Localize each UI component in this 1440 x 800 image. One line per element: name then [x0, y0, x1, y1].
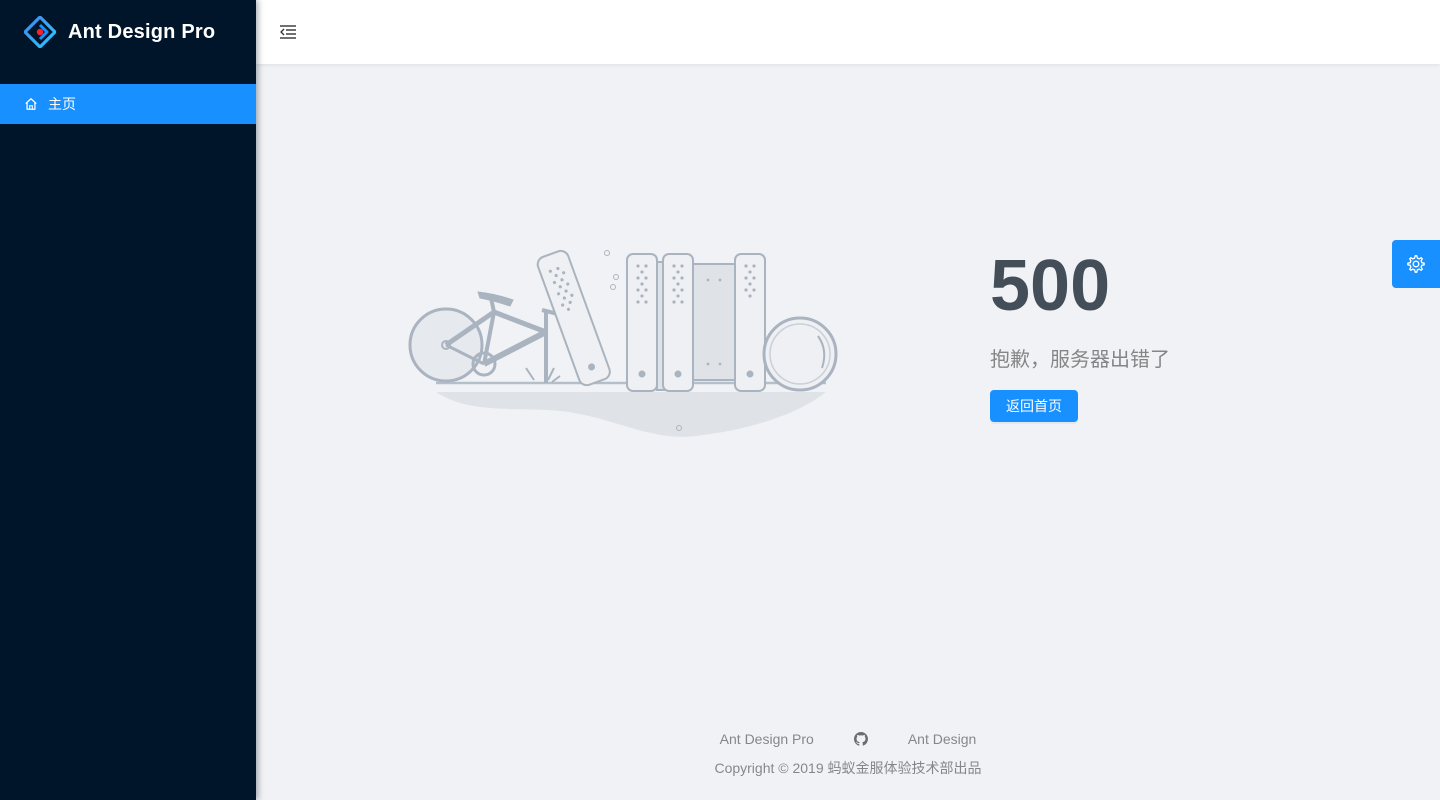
copyright-prefix: Copyright	[714, 760, 775, 776]
error-code: 500	[990, 246, 1111, 326]
ant-design-logo-icon	[24, 16, 56, 48]
app-title: Ant Design Pro	[68, 20, 216, 43]
sidebar-item-home[interactable]: 主页	[0, 84, 256, 124]
sidebar-item-label: 主页	[48, 96, 76, 112]
global-footer: Ant Design Pro Ant Design Copyright © 20…	[256, 720, 1440, 800]
exception-page: 500 抱歉，服务器出错了 返回首页	[256, 64, 1440, 720]
footer-links: Ant Design Pro Ant Design	[256, 728, 1440, 750]
collapse-trigger[interactable]	[256, 0, 320, 64]
github-icon	[853, 732, 868, 746]
sidebar: Ant Design Pro 主页	[0, 0, 256, 800]
back-home-button[interactable]: 返回首页	[990, 390, 1078, 422]
setting-icon	[1407, 255, 1425, 273]
menu-fold-icon	[280, 25, 296, 39]
footer-link-ant-design-pro[interactable]: Ant Design Pro	[720, 731, 814, 747]
error-illustration	[408, 249, 838, 437]
footer-link-ant-design[interactable]: Ant Design	[908, 731, 976, 747]
logo[interactable]: Ant Design Pro	[0, 0, 256, 64]
exception-content: 500 抱歉，服务器出错了 返回首页	[990, 250, 1170, 422]
sidebar-menu: 主页	[0, 84, 256, 124]
error-description: 抱歉，服务器出错了	[990, 349, 1170, 371]
copyright-text: 2019 蚂蚁金服体验技术部出品	[792, 760, 982, 776]
copyright: Copyright © 2019 蚂蚁金服体验技术部出品	[256, 757, 1440, 779]
home-icon	[25, 98, 37, 110]
copyright-icon: ©	[778, 760, 789, 776]
global-header	[256, 0, 1440, 64]
setting-drawer-handle[interactable]	[1392, 240, 1440, 288]
footer-link-github[interactable]	[853, 732, 868, 746]
